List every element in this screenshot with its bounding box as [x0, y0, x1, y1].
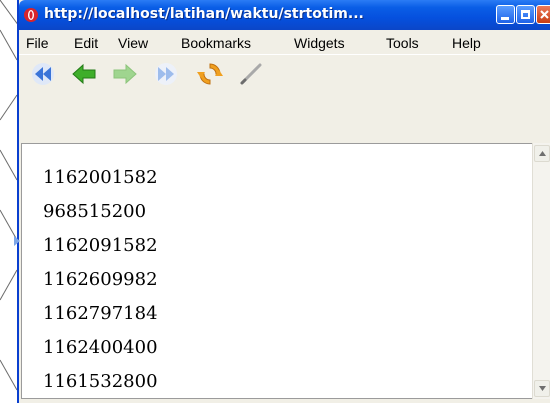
- title-bar[interactable]: http://localhost/latihan/waktu/strtotim.…: [19, 0, 550, 30]
- output-line: 1162797184: [43, 303, 158, 324]
- chevron-down-icon: [539, 386, 546, 391]
- maximize-icon: [521, 10, 530, 19]
- edit-pen-icon[interactable]: [238, 61, 264, 87]
- output-line: 968515200: [43, 201, 147, 222]
- chevron-up-icon: [539, 151, 546, 156]
- output-line: 1162609982: [43, 269, 158, 290]
- menu-view[interactable]: View: [118, 35, 148, 51]
- output-line: 1162091582: [43, 235, 158, 256]
- output-line: 1162001582: [43, 167, 158, 188]
- output-line: 1162400400: [43, 337, 158, 358]
- navigation-toolbar: [19, 54, 550, 91]
- close-icon: [540, 10, 549, 19]
- vertical-scrollbar[interactable]: [532, 143, 550, 399]
- maximize-button[interactable]: [516, 5, 535, 24]
- menu-bookmarks[interactable]: Bookmarks: [181, 35, 251, 51]
- scroll-up-button[interactable]: [534, 145, 550, 162]
- minimize-button[interactable]: [496, 5, 515, 24]
- forward-arrow-icon[interactable]: [112, 61, 138, 87]
- menu-bar: File Edit View Bookmarks Widgets Tools H…: [19, 30, 550, 54]
- window-title: http://localhost/latihan/waktu/strtotim.…: [44, 6, 364, 22]
- output-line: 1161532800: [43, 371, 158, 392]
- panel-toggle-arrow-icon[interactable]: [14, 236, 20, 246]
- reload-icon[interactable]: [197, 61, 223, 87]
- back-arrow-icon[interactable]: [71, 61, 97, 87]
- opera-logo-icon: [24, 8, 38, 22]
- page-content-area: 1162001582 968515200 1162091582 11626099…: [21, 143, 532, 399]
- output-text: 1162001582 968515200 1162091582 11626099…: [43, 161, 158, 399]
- menu-widgets[interactable]: Widgets: [294, 35, 345, 51]
- fast-forward-icon[interactable]: [153, 61, 179, 87]
- menu-help[interactable]: Help: [452, 35, 481, 51]
- browser-window: http://localhost/latihan/waktu/strtotim.…: [17, 0, 550, 403]
- scroll-down-button[interactable]: [534, 380, 550, 397]
- close-button[interactable]: [536, 5, 550, 24]
- menu-tools[interactable]: Tools: [386, 35, 419, 51]
- minimize-icon: [501, 17, 509, 20]
- menu-file[interactable]: File: [26, 35, 49, 51]
- rewind-icon[interactable]: [30, 61, 56, 87]
- menu-edit[interactable]: Edit: [74, 35, 98, 51]
